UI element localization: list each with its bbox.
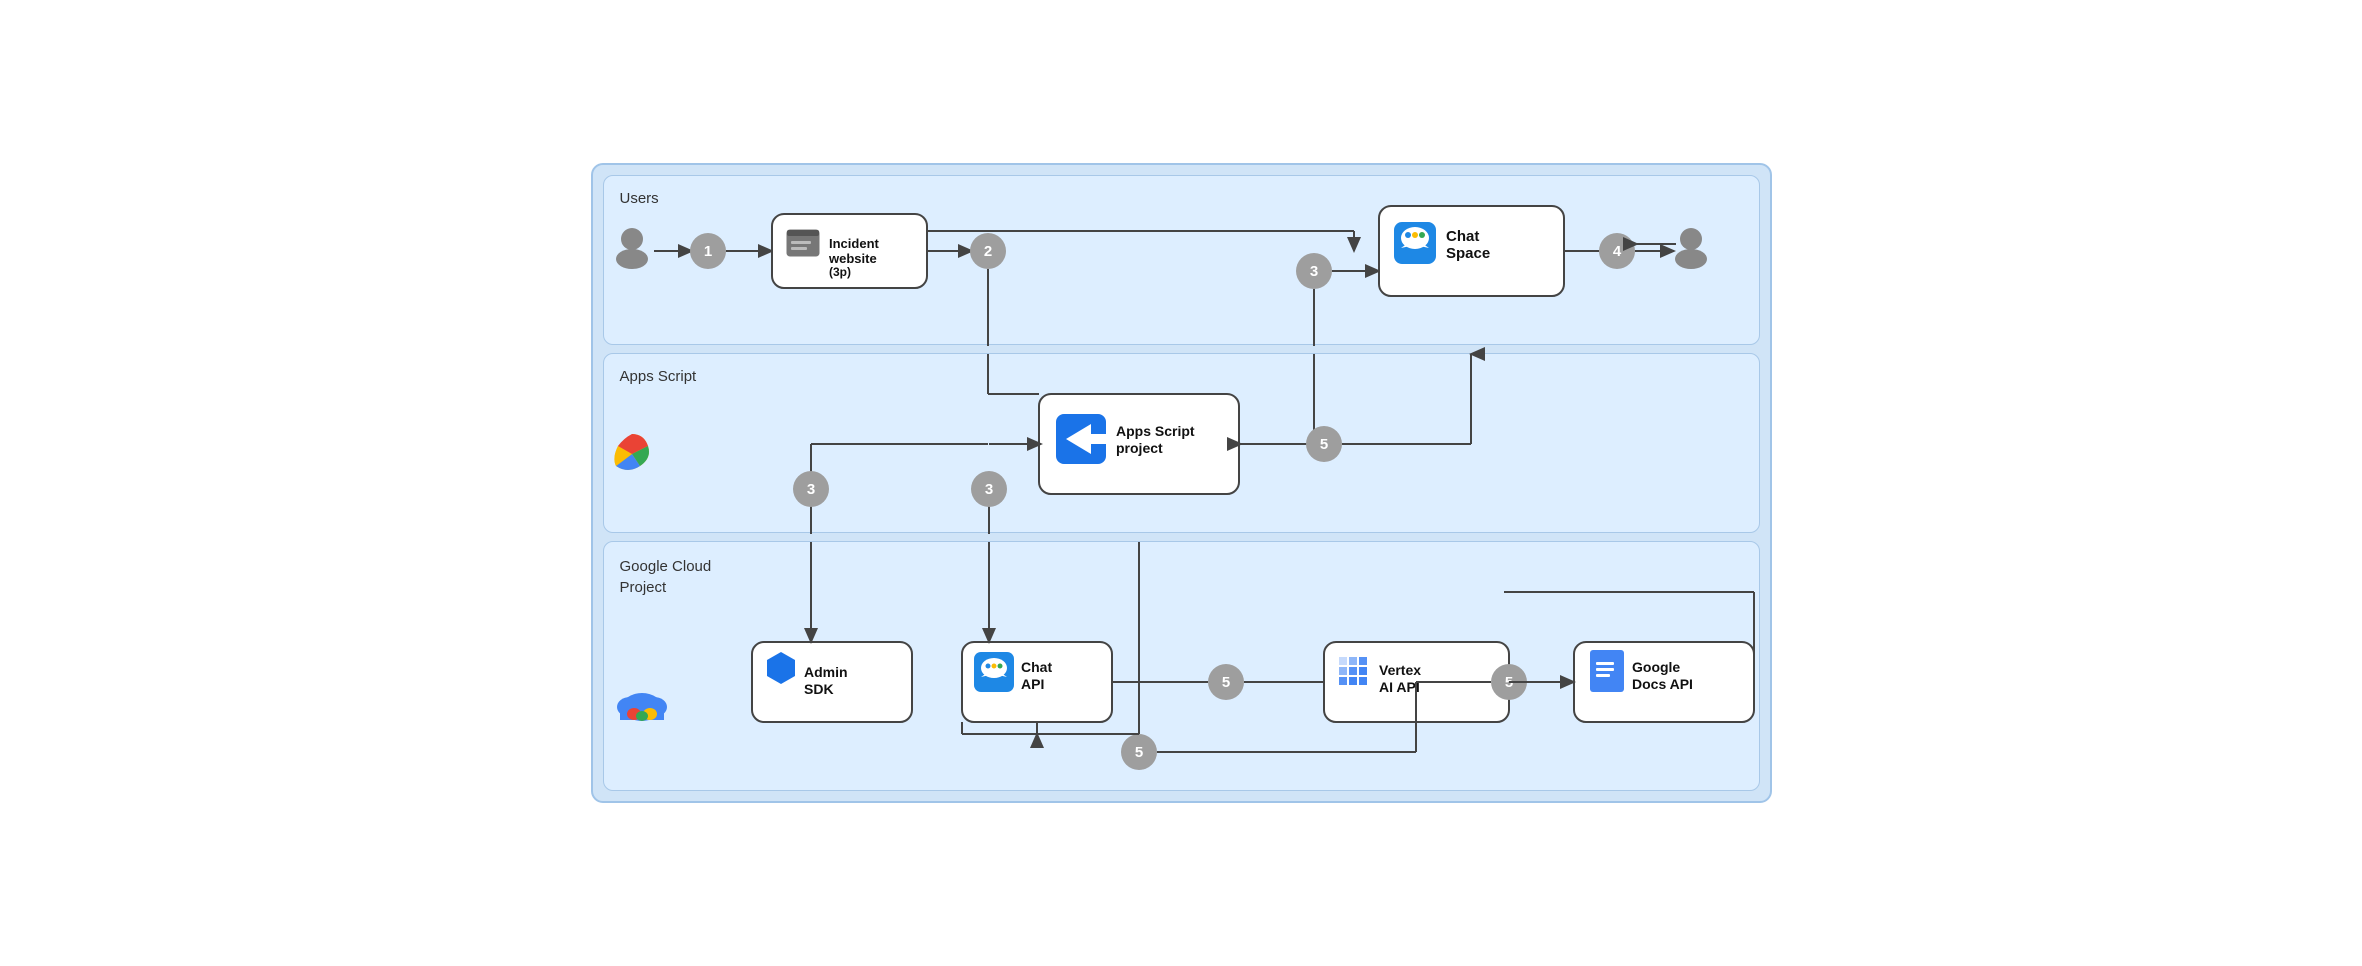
svg-text:3: 3 <box>1309 263 1317 280</box>
svg-text:Space: Space <box>1446 245 1490 262</box>
svg-text:5: 5 <box>1134 744 1142 761</box>
svg-text:2: 2 <box>983 243 991 260</box>
google-cloud-lane-svg: Admin SDK Chat API <box>604 542 1759 790</box>
svg-text:Apps Script: Apps Script <box>1116 423 1195 439</box>
diagram-wrapper: Users 1 <box>591 163 1772 803</box>
svg-text:1: 1 <box>703 243 711 260</box>
apps-script-lane-svg: Apps Script project 5 <box>604 354 1759 532</box>
outer-box: Users 1 <box>591 163 1772 803</box>
lane-users: Users 1 <box>603 175 1760 345</box>
svg-text:4: 4 <box>1612 243 1621 260</box>
svg-text:website: website <box>828 251 877 266</box>
lane-google-cloud: Google CloudProject <box>603 541 1760 791</box>
svg-text:3: 3 <box>984 481 992 498</box>
svg-text:(3p): (3p) <box>829 265 851 279</box>
svg-text:Google: Google <box>1632 659 1680 675</box>
svg-text:3: 3 <box>806 481 814 498</box>
svg-text:API: API <box>1021 676 1044 692</box>
svg-text:AI API: AI API <box>1379 679 1420 695</box>
svg-text:Admin: Admin <box>804 664 848 680</box>
svg-text:Incident: Incident <box>829 236 880 251</box>
svg-text:Chat: Chat <box>1446 228 1479 245</box>
svg-text:Docs API: Docs API <box>1632 676 1693 692</box>
svg-text:SDK: SDK <box>804 681 834 697</box>
svg-text:Vertex: Vertex <box>1379 662 1421 678</box>
svg-text:Chat: Chat <box>1021 659 1052 675</box>
svg-text:5: 5 <box>1319 436 1327 453</box>
users-lane-svg: 1 Incident website (3p) 2 <box>604 176 1759 344</box>
svg-text:project: project <box>1116 440 1163 456</box>
lane-apps-script: Apps Script <box>603 353 1760 533</box>
svg-text:5: 5 <box>1221 674 1229 691</box>
